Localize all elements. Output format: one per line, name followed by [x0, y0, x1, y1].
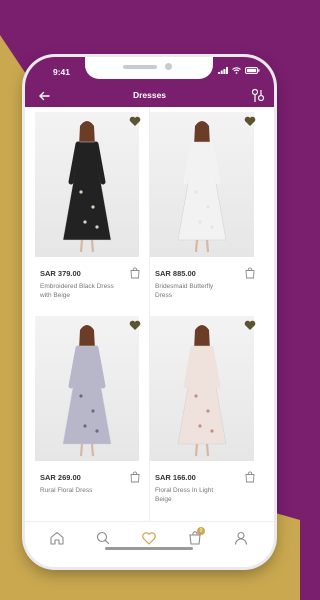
navigation-bar: Dresses	[25, 85, 274, 107]
product-name: Embroidered Black Dress with Beige	[40, 283, 114, 299]
favorite-heart-icon[interactable]	[244, 319, 256, 331]
app-header: 9:41 Dresses	[25, 57, 274, 107]
dress-illustration	[62, 325, 112, 457]
product-name: Floral Dress In Light Beige	[155, 487, 214, 503]
page-title: Dresses	[132, 90, 167, 100]
product-price: SAR 379.00	[40, 269, 81, 278]
notch	[85, 57, 213, 79]
product-image[interactable]	[35, 316, 139, 461]
home-indicator	[105, 547, 193, 550]
product-image[interactable]	[150, 316, 254, 461]
bottom-tab-bar: 0	[25, 521, 274, 567]
product-name: Bridesmaid Butterfly Dress	[155, 283, 214, 299]
product-price: SAR 166.00	[155, 473, 196, 482]
dress-illustration	[177, 121, 227, 253]
favorite-heart-icon[interactable]	[244, 115, 256, 127]
battery-icon	[245, 67, 260, 74]
home-icon[interactable]	[49, 530, 65, 546]
cart-tab[interactable]: 0	[187, 527, 205, 546]
add-to-bag-icon[interactable]	[130, 267, 140, 279]
add-to-bag-icon[interactable]	[245, 471, 255, 483]
dress-illustration	[177, 325, 227, 457]
profile-icon[interactable]	[233, 530, 249, 546]
product-price: SAR 885.00	[155, 269, 196, 278]
filter-icon[interactable]	[250, 88, 266, 104]
product-image[interactable]	[150, 112, 254, 257]
product-price: SAR 269.00	[40, 473, 81, 482]
wishlist-heart-icon[interactable]	[141, 530, 157, 546]
search-icon[interactable]	[95, 530, 111, 546]
product-card[interactable]: SAR 166.00 Floral Dress In Light Beige	[140, 311, 256, 517]
signal-icon	[218, 67, 228, 74]
product-name: Rural Floral Dress	[40, 487, 93, 494]
phone-frame: 9:41 Dresses SAR 379.00 Embroidered Blac…	[25, 57, 274, 567]
product-image[interactable]	[35, 112, 139, 257]
wifi-icon	[232, 67, 241, 74]
dress-illustration	[62, 121, 112, 253]
status-time: 9:41	[53, 67, 71, 77]
status-icons	[218, 67, 260, 74]
product-card[interactable]: SAR 885.00 Bridesmaid Butterfly Dress	[140, 107, 256, 313]
product-card[interactable]: SAR 379.00 Embroidered Black Dress with …	[25, 107, 141, 313]
product-card[interactable]: SAR 269.00 Rural Floral Dress	[25, 311, 141, 517]
cart-count-badge: 0	[197, 527, 205, 535]
add-to-bag-icon[interactable]	[130, 471, 140, 483]
add-to-bag-icon[interactable]	[245, 267, 255, 279]
